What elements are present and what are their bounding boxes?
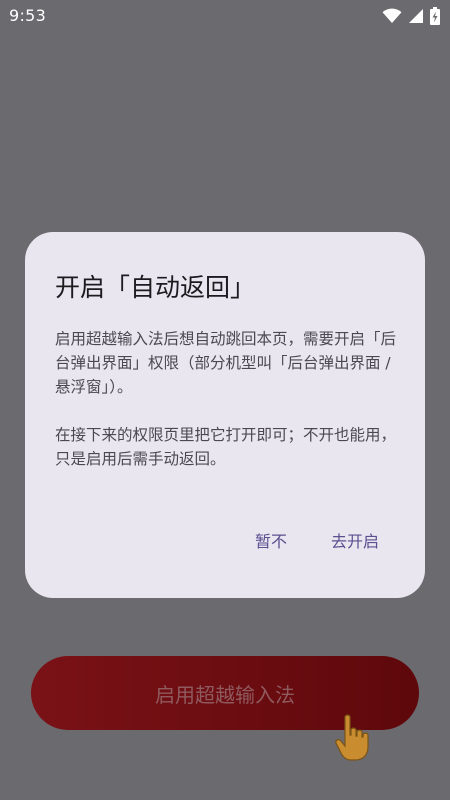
go-enable-button[interactable]: 去开启: [331, 528, 379, 552]
pointing-hand-icon: [333, 713, 373, 763]
not-now-button[interactable]: 暂不: [255, 528, 287, 552]
status-bar: 9:53: [0, 0, 450, 32]
cellular-signal-icon: [408, 8, 424, 24]
battery-charging-icon: [430, 7, 440, 25]
dialog-paragraph-instructions: 在接下来的权限页里把它打开即可；不开也能用，只是启用后需手动返回。: [55, 426, 397, 468]
dialog-paragraph-permission: 启用超越输入法后想自动跳回本页，需要开启「后台弹出界面」权限（部分机型叫「后台弹…: [55, 330, 397, 396]
dialog-actions: 暂不 去开启: [255, 528, 379, 552]
wifi-icon: [382, 8, 402, 24]
enable-ime-button-label: 启用超越输入法: [155, 682, 295, 707]
dialog-title: 开启「自动返回」: [55, 273, 256, 302]
status-time: 9:53: [9, 6, 47, 25]
auto-return-dialog: 开启「自动返回」 启用超越输入法后想自动跳回本页，需要开启「后台弹出界面」权限（…: [25, 232, 425, 598]
status-icons: [382, 6, 440, 26]
app-screen: 9:53 开启「自动返回」 启用超越输入法后想自动跳回本页，需要开启「后台弹出界…: [0, 0, 450, 800]
dialog-message: 启用超越输入法后想自动跳回本页，需要开启「后台弹出界面」权限（部分机型叫「后台弹…: [55, 327, 400, 495]
